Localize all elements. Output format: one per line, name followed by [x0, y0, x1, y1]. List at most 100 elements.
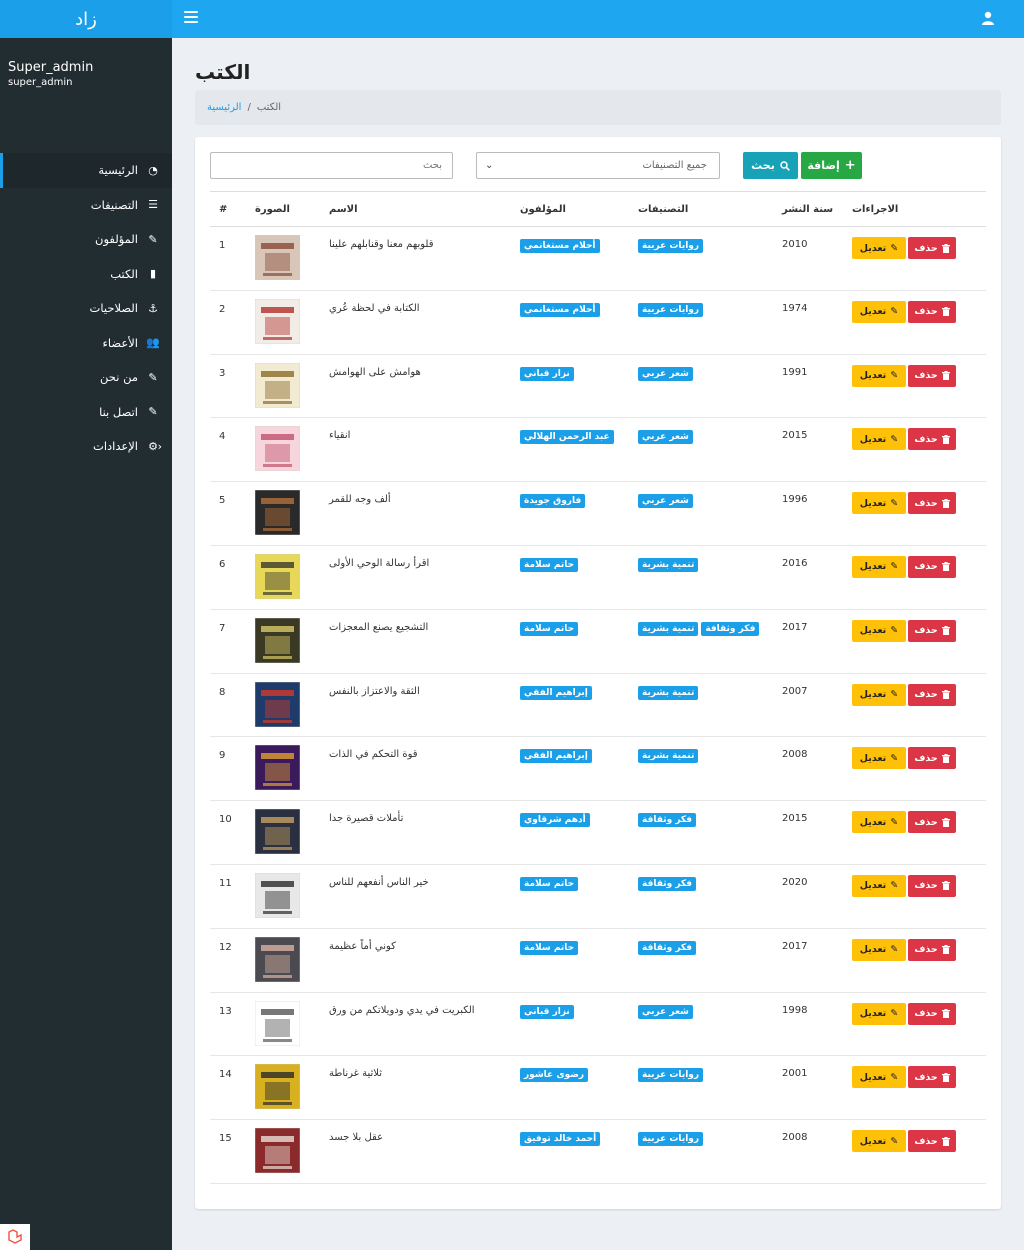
- sidebar-item-5[interactable]: الأعضاء 👥: [0, 326, 172, 361]
- category-select[interactable]: ⌄ جميع التصنيفات: [476, 152, 720, 179]
- delete-button[interactable]: حذف: [908, 938, 956, 961]
- delete-button[interactable]: حذف: [908, 811, 956, 834]
- book-name[interactable]: الكبريت في يدي ودويلاتكم من ورق: [329, 1005, 499, 1016]
- author-badge: فاروق جويدة: [520, 494, 586, 509]
- book-name-text: التشجيع يصنع المعجزات: [329, 621, 429, 633]
- author-badge: حاتم سلامة: [520, 940, 579, 955]
- header-name: الاسم: [329, 204, 358, 215]
- edit-button[interactable]: تعديل ✎: [852, 1066, 906, 1089]
- book-name[interactable]: خير الناس أنفعهم للناس: [329, 877, 499, 888]
- delete-button[interactable]: حذف: [908, 683, 956, 706]
- sidebar-item-3[interactable]: الكتب ▮: [0, 257, 172, 292]
- book-cover-image: [255, 426, 300, 472]
- author-badge: أحلام مستغانمي: [520, 302, 600, 317]
- book-name[interactable]: انقياء: [329, 430, 499, 441]
- book-name[interactable]: تأملات قصيرة جدا: [329, 813, 499, 824]
- author-badge: حاتم سلامة: [520, 557, 579, 572]
- category-badge: شعر عربي: [638, 366, 693, 381]
- edit-button[interactable]: تعديل ✎: [852, 747, 906, 770]
- pencil-icon: ✎: [148, 232, 158, 246]
- edit-button[interactable]: تعديل ✎: [852, 619, 906, 642]
- row-number: 1: [219, 240, 226, 251]
- user-role: super_admin: [8, 77, 73, 88]
- sidebar-item-6[interactable]: من نحن ✎: [0, 360, 172, 395]
- edit-icon: ✎: [890, 880, 899, 892]
- book-cover-image: [255, 745, 300, 791]
- category-badge: شعر عربي: [638, 1004, 693, 1019]
- edit-button-label: تعديل: [859, 816, 887, 828]
- book-name[interactable]: هوامش على الهوامش: [329, 367, 499, 378]
- delete-button[interactable]: حذف: [908, 364, 956, 387]
- trash-icon: [941, 1136, 950, 1146]
- book-name[interactable]: الكتابة في لحظة عُري: [329, 303, 499, 314]
- book-name[interactable]: عقل بلا جسد: [329, 1132, 499, 1143]
- edit-button[interactable]: تعديل ✎: [852, 938, 906, 961]
- edit-button[interactable]: تعديل ✎: [852, 683, 906, 706]
- menu-toggle-icon[interactable]: [184, 11, 198, 23]
- book-name-text: ثلاثية غرناطة: [329, 1068, 382, 1080]
- sidebar-item-2[interactable]: المؤلفون ✎: [0, 222, 172, 257]
- delete-button-label: حذف: [914, 816, 938, 828]
- delete-button[interactable]: حذف: [908, 747, 956, 770]
- edit-button-label: تعديل: [859, 433, 887, 445]
- user-icon[interactable]: [982, 11, 994, 25]
- delete-button[interactable]: حذف: [908, 1002, 956, 1025]
- sidebar-item-0[interactable]: الرئيسية ◔: [0, 153, 172, 188]
- book-name[interactable]: التشجيع يصنع المعجزات: [329, 622, 499, 633]
- sidebar-item-7[interactable]: اتصل بنا ✎: [0, 395, 172, 430]
- edit-button-label: تعديل: [859, 1135, 887, 1147]
- category-badge: فكر وثقافة: [638, 813, 697, 828]
- edit-icon: ✎: [890, 1008, 899, 1020]
- delete-button[interactable]: حذف: [908, 619, 956, 642]
- book-name[interactable]: اقرأ رسالة الوحي الأولى: [329, 558, 499, 569]
- book-name[interactable]: قلوبهم معنا وقنابلهم علينا: [329, 239, 499, 250]
- edit-button[interactable]: تعديل ✎: [852, 811, 906, 834]
- edit-button[interactable]: تعديل ✎: [852, 492, 906, 515]
- row-number: 8: [219, 686, 226, 698]
- edit-button[interactable]: تعديل ✎: [852, 428, 906, 451]
- edit-icon: ✎: [890, 689, 899, 701]
- author-badge: إبراهيم الفقي: [520, 749, 592, 764]
- sidebar-item-8[interactable]: الإعدادات ⚙ ‹: [0, 429, 172, 464]
- edit-icon: ✎: [890, 625, 899, 637]
- add-book-button[interactable]: إضافة +: [801, 152, 862, 179]
- edit-button[interactable]: تعديل ✎: [852, 364, 906, 387]
- book-name[interactable]: الثقة والاعتزاز بالنفس: [329, 686, 499, 697]
- list-icon: ☰: [148, 198, 158, 212]
- breadcrumb-home-link[interactable]: الرئيسية: [207, 102, 241, 113]
- search-button[interactable]: بحث: [743, 152, 798, 179]
- delete-button[interactable]: حذف: [908, 428, 956, 451]
- trash-icon: [941, 945, 950, 955]
- search-input[interactable]: [210, 152, 453, 179]
- publish-year: 2015: [782, 430, 808, 442]
- sidebar-item-4[interactable]: الصلاحيات ⚓: [0, 291, 172, 326]
- edit-button-label: تعديل: [859, 752, 887, 764]
- table-row: 2 الكتابة في لحظة عُري أحلام مستغانمي رو…: [210, 291, 986, 355]
- book-cover-image: [255, 553, 300, 599]
- delete-button[interactable]: حذف: [908, 492, 956, 515]
- delete-button[interactable]: حذف: [908, 555, 956, 578]
- brand-logo[interactable]: زاد: [0, 0, 172, 38]
- delete-button-label: حذف: [914, 1135, 938, 1147]
- delete-button[interactable]: حذف: [908, 300, 956, 323]
- edit-button[interactable]: تعديل ✎: [852, 237, 906, 259]
- book-name[interactable]: ألف وجه للقمر: [329, 494, 499, 505]
- edit-button[interactable]: تعديل ✎: [852, 300, 906, 323]
- edit-button[interactable]: تعديل ✎: [852, 874, 906, 897]
- delete-button[interactable]: حذف: [908, 237, 956, 259]
- delete-button[interactable]: حذف: [908, 1066, 956, 1089]
- delete-button[interactable]: حذف: [908, 1130, 956, 1153]
- publish-year: 1991: [782, 366, 808, 378]
- delete-button[interactable]: حذف: [908, 874, 956, 897]
- sidebar-item-content: من نحن ✎: [12, 370, 160, 384]
- anchor-icon: ⚓: [148, 301, 158, 315]
- edit-button[interactable]: تعديل ✎: [852, 555, 906, 578]
- edit-button[interactable]: تعديل ✎: [852, 1002, 906, 1025]
- trash-icon: [941, 753, 950, 763]
- sidebar-item-1[interactable]: التصنيفات ☰: [0, 188, 172, 223]
- table-row: 8 الثقة والاعتزاز بالنفس إبراهيم الفقي ت…: [210, 674, 986, 738]
- book-name[interactable]: قوة التحكم في الذات: [329, 749, 499, 760]
- book-name[interactable]: كوني أماً عظيمة: [329, 941, 499, 952]
- book-name[interactable]: ثلاثية غرناطة: [329, 1068, 499, 1079]
- edit-button[interactable]: تعديل ✎: [852, 1130, 906, 1153]
